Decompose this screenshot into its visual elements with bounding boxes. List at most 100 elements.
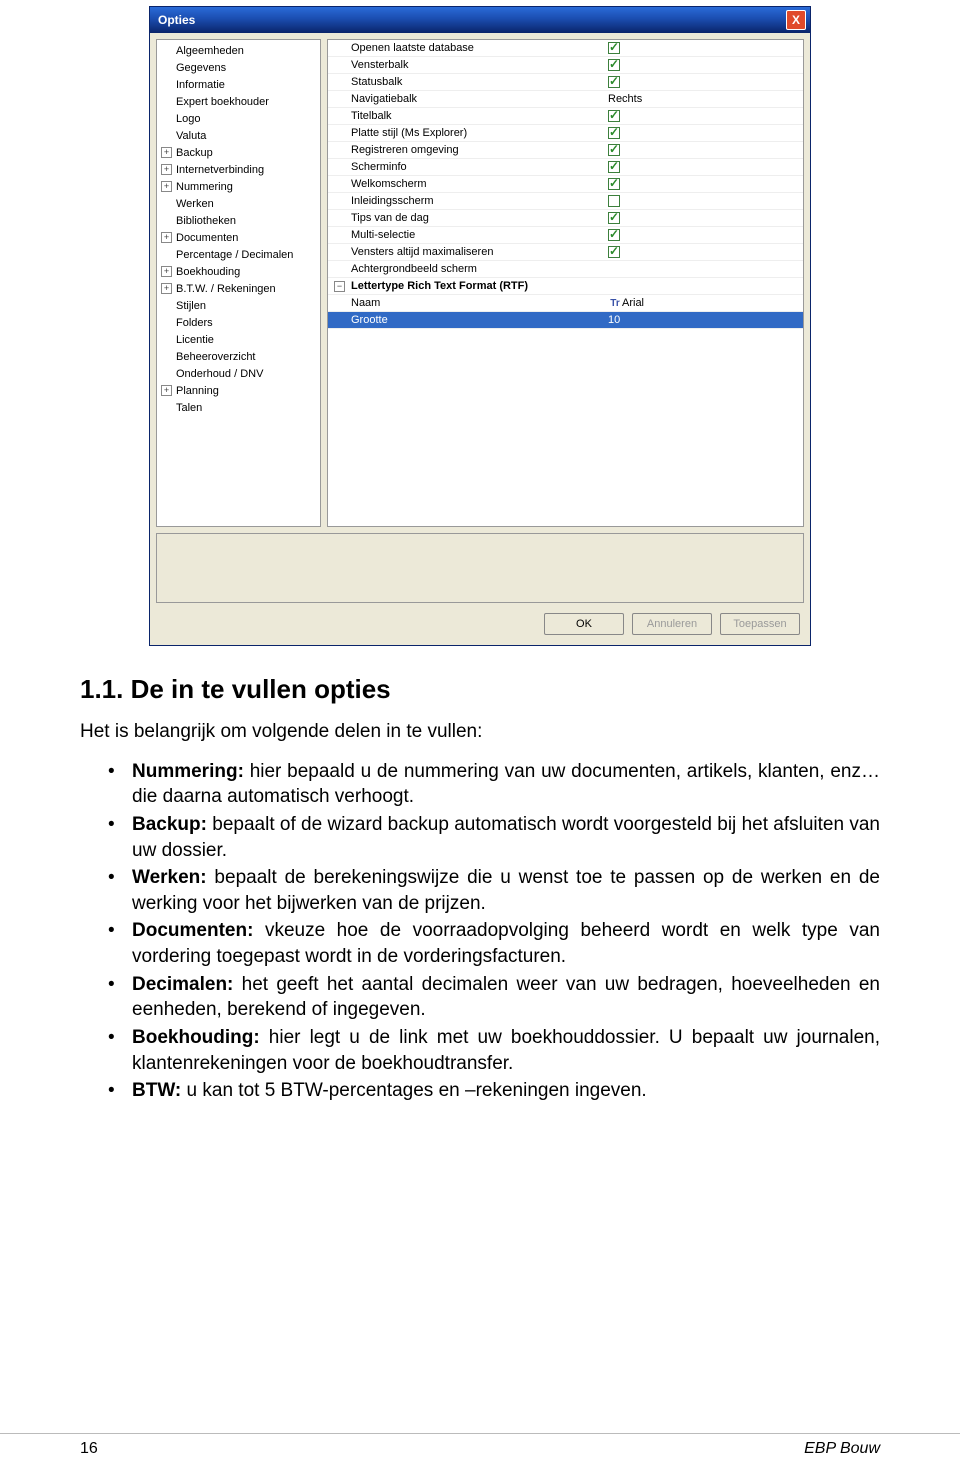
grid-row[interactable]: Grootte10 — [328, 312, 803, 329]
tree-spacer — [161, 45, 172, 56]
checkbox[interactable] — [608, 246, 620, 258]
grid-property-value[interactable] — [604, 59, 803, 71]
grid-property-name: Openen laatste database — [349, 42, 604, 54]
grid-group-header[interactable]: −Lettertype Rich Text Format (RTF) — [328, 278, 803, 295]
grid-property-value[interactable] — [604, 127, 803, 139]
checkbox[interactable] — [608, 42, 620, 54]
checkbox[interactable] — [608, 229, 620, 241]
tree-label: Onderhoud / DNV — [176, 368, 263, 380]
tree-item[interactable]: Gegevens — [157, 59, 320, 76]
tree-label: Folders — [176, 317, 213, 329]
expand-icon[interactable]: + — [161, 232, 172, 243]
tree-item[interactable]: Werken — [157, 195, 320, 212]
grid-row[interactable]: Vensterbalk — [328, 57, 803, 74]
grid-row[interactable]: Inleidingsscherm — [328, 193, 803, 210]
checkbox[interactable] — [608, 161, 620, 173]
grid-property-value[interactable] — [604, 144, 803, 156]
grid-row[interactable]: NaamTrArial — [328, 295, 803, 312]
grid-row[interactable]: Vensters altijd maximaliseren — [328, 244, 803, 261]
tree-spacer — [161, 62, 172, 73]
tree-item[interactable]: Folders — [157, 314, 320, 331]
checkbox[interactable] — [608, 195, 620, 207]
dialog-title: Opties — [154, 13, 195, 27]
tree-item[interactable]: + Documenten — [157, 229, 320, 246]
expand-icon[interactable]: + — [161, 385, 172, 396]
tree-item[interactable]: +Nummering — [157, 178, 320, 195]
tree-item[interactable]: Licentie — [157, 331, 320, 348]
grid-property-value[interactable]: TrArial — [604, 297, 803, 309]
tree-item[interactable]: Valuta — [157, 127, 320, 144]
tree-item[interactable]: Expert boekhouder — [157, 93, 320, 110]
grid-row[interactable]: Tips van de dag — [328, 210, 803, 227]
grid-row[interactable]: Multi-selectie — [328, 227, 803, 244]
grid-row[interactable]: Openen laatste database — [328, 40, 803, 57]
expand-icon[interactable]: + — [161, 266, 172, 277]
tree-item[interactable]: Bibliotheken — [157, 212, 320, 229]
tree-item[interactable]: +Backup — [157, 144, 320, 161]
grid-property-name: Naam — [349, 297, 604, 309]
checkbox[interactable] — [608, 110, 620, 122]
grid-property-value[interactable] — [604, 246, 803, 258]
grid-property-value[interactable] — [604, 161, 803, 173]
tree-item[interactable]: Informatie — [157, 76, 320, 93]
tree-item[interactable]: Stijlen — [157, 297, 320, 314]
grid-property-value[interactable]: Rechts — [604, 93, 803, 105]
tree-item[interactable]: Talen — [157, 399, 320, 416]
tree-item[interactable]: Logo — [157, 110, 320, 127]
value-text: Rechts — [608, 93, 642, 105]
grid-spacer — [334, 162, 345, 173]
checkbox[interactable] — [608, 76, 620, 88]
grid-row[interactable]: Scherminfo — [328, 159, 803, 176]
tree-item[interactable]: +Planning — [157, 382, 320, 399]
tree-item[interactable]: Onderhoud / DNV — [157, 365, 320, 382]
grid-spacer — [334, 179, 345, 190]
list-item: Backup: bepaalt of de wizard backup auto… — [108, 812, 880, 863]
grid-spacer — [334, 94, 345, 105]
property-grid[interactable]: Openen laatste database VensterbalkStatus… — [327, 39, 804, 527]
tree-spacer — [161, 317, 172, 328]
grid-property-value[interactable] — [604, 110, 803, 122]
checkbox[interactable] — [608, 178, 620, 190]
grid-spacer — [334, 43, 345, 54]
tree-item[interactable]: +B.T.W. / Rekeningen — [157, 280, 320, 297]
tree-label: Documenten — [176, 232, 238, 244]
category-tree[interactable]: AlgeemhedenGegevensInformatieExpert boek… — [156, 39, 321, 527]
ok-button[interactable]: OK — [544, 613, 624, 635]
grid-property-value[interactable] — [604, 178, 803, 190]
tree-item[interactable]: +Internetverbinding — [157, 161, 320, 178]
expand-icon[interactable]: + — [161, 181, 172, 192]
expand-icon[interactable]: + — [161, 147, 172, 158]
grid-row[interactable]: NavigatiebalkRechts — [328, 91, 803, 108]
grid-spacer — [334, 230, 345, 241]
grid-row[interactable]: Achtergrondbeeld scherm — [328, 261, 803, 278]
tree-label: Boekhouding — [176, 266, 240, 278]
checkbox[interactable] — [608, 144, 620, 156]
grid-property-name: Registreren omgeving — [349, 144, 604, 156]
grid-row[interactable]: Titelbalk — [328, 108, 803, 125]
grid-row[interactable]: Statusbalk — [328, 74, 803, 91]
collapse-icon[interactable]: − — [334, 281, 345, 292]
grid-row[interactable]: Welkomscherm — [328, 176, 803, 193]
grid-row[interactable]: Platte stijl (Ms Explorer) — [328, 125, 803, 142]
tree-item[interactable]: Beheeroverzicht — [157, 348, 320, 365]
grid-property-value[interactable] — [604, 42, 803, 54]
checkbox[interactable] — [608, 59, 620, 71]
tree-item[interactable]: Percentage / Decimalen — [157, 246, 320, 263]
checkbox[interactable] — [608, 212, 620, 224]
expand-icon[interactable]: + — [161, 283, 172, 294]
grid-property-value[interactable]: 10 — [604, 314, 803, 326]
tree-label: Bibliotheken — [176, 215, 236, 227]
tree-item[interactable]: Algeemheden — [157, 42, 320, 59]
tree-spacer — [161, 351, 172, 362]
grid-property-name: Achtergrondbeeld scherm — [349, 263, 604, 275]
grid-property-value[interactable] — [604, 76, 803, 88]
expand-icon[interactable]: + — [161, 164, 172, 175]
grid-row[interactable]: Registreren omgeving — [328, 142, 803, 159]
grid-property-value[interactable] — [604, 195, 803, 207]
dialog-buttons: OK Annuleren Toepassen — [150, 603, 810, 645]
checkbox[interactable] — [608, 127, 620, 139]
tree-item[interactable]: + Boekhouding — [157, 263, 320, 280]
close-icon[interactable]: X — [786, 10, 806, 30]
grid-property-value[interactable] — [604, 229, 803, 241]
grid-property-value[interactable] — [604, 212, 803, 224]
